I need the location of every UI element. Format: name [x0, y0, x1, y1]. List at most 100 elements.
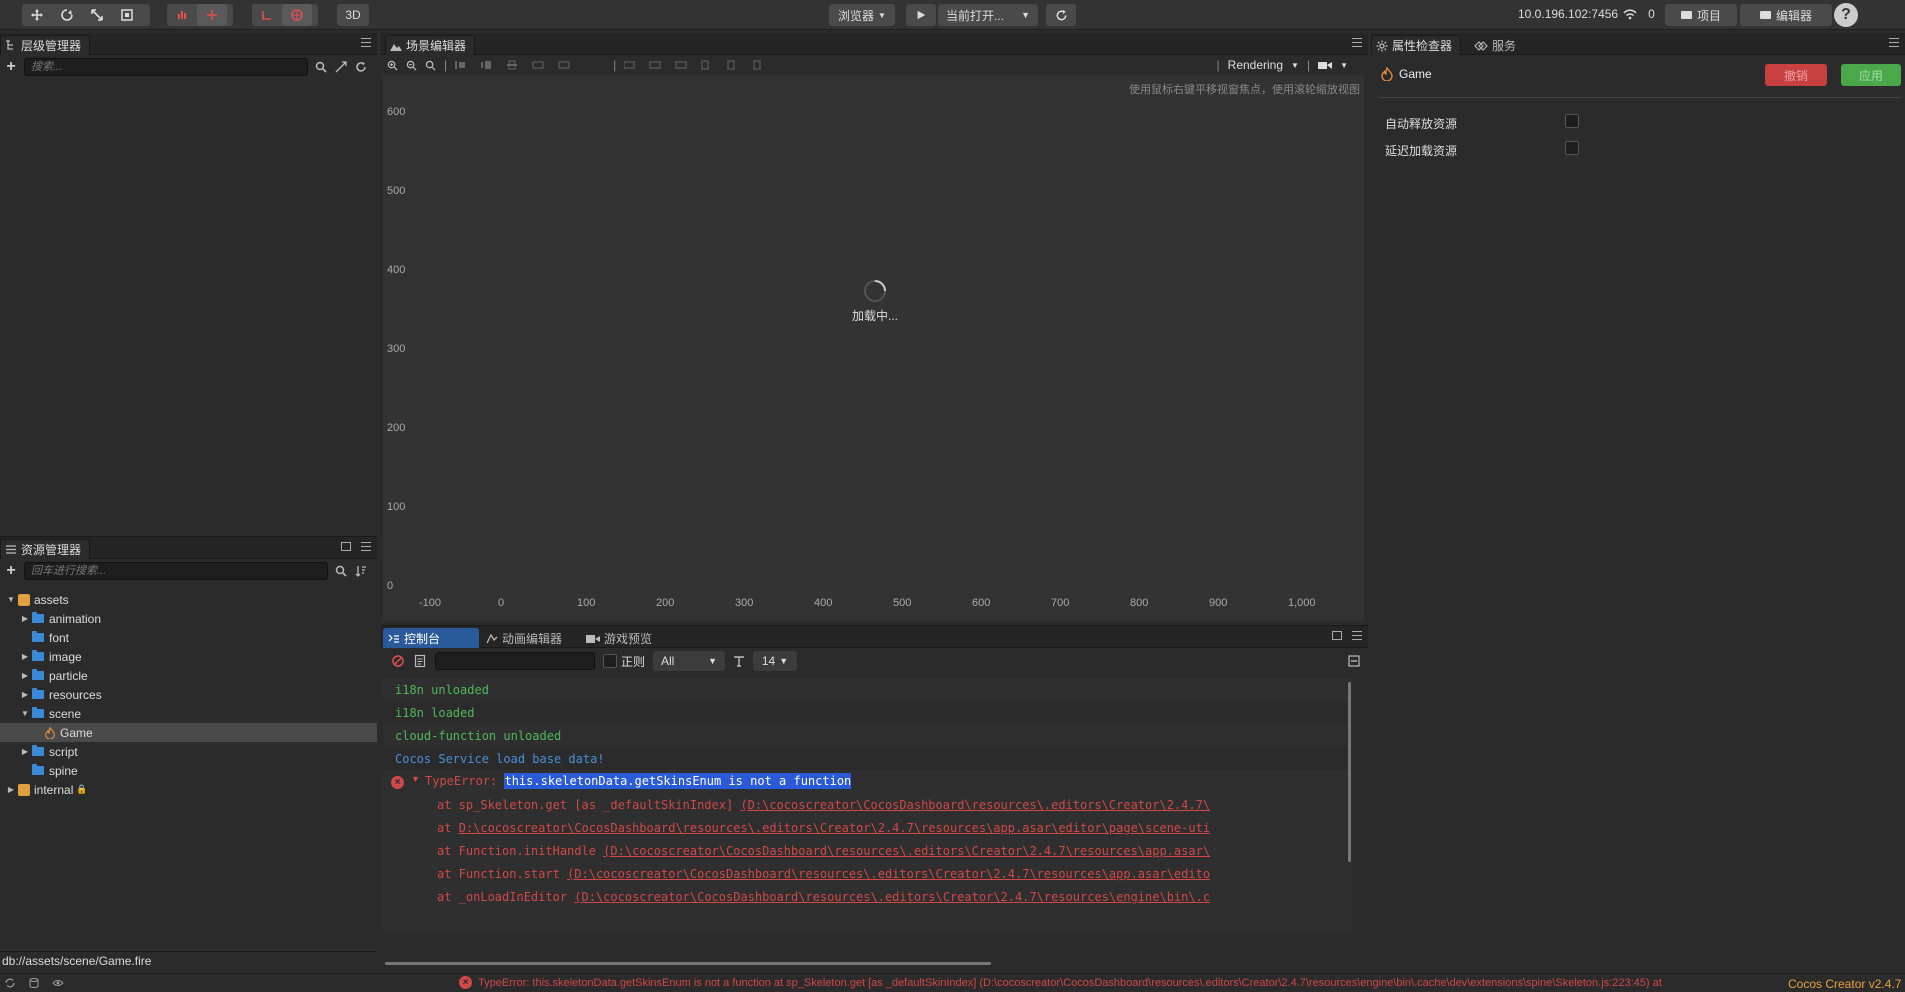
tree-item-scene[interactable]: ▼ scene — [0, 704, 377, 723]
tab-inspector[interactable]: 属性检查器 — [1371, 35, 1462, 55]
tree-item-spine[interactable]: spine — [0, 761, 377, 780]
asset-path: db://assets/scene/Game.fire — [0, 951, 377, 971]
add-asset-icon[interactable]: + — [4, 562, 18, 580]
panel-menu-icon[interactable] — [1352, 631, 1362, 640]
async-load-checkbox[interactable] — [1565, 141, 1579, 155]
async-load-label: 延迟加载资源 — [1385, 144, 1458, 158]
assets-search-input[interactable]: 回车进行搜索... — [24, 562, 328, 580]
align-tools-icon[interactable] — [455, 59, 605, 71]
tree-item-particle[interactable]: ▶ particle — [0, 666, 377, 685]
editor-button[interactable]: 编辑器 — [1740, 4, 1832, 26]
collapsed-arrow-icon[interactable]: ▶ — [20, 690, 30, 699]
popout-icon[interactable] — [341, 542, 351, 551]
collapsed-arrow-icon[interactable]: ▶ — [6, 785, 16, 794]
horizontal-scrollbar[interactable] — [385, 962, 991, 965]
rotate-tool-icon[interactable] — [52, 4, 82, 26]
move-tool-icon[interactable] — [22, 4, 52, 26]
tree-item-animation[interactable]: ▶ animation — [0, 609, 377, 628]
tab-hierarchy[interactable]: 层级管理器 — [0, 35, 91, 55]
status-error-text[interactable]: TypeError: this.skeletonData.getSkinsEnu… — [478, 977, 1768, 989]
hierarchy-icon — [6, 40, 13, 50]
revert-button[interactable]: 撤销 — [1765, 64, 1827, 86]
3d-toggle-button[interactable]: 3D — [337, 4, 369, 26]
collapse-logs-icon[interactable] — [1348, 655, 1360, 667]
collapsed-arrow-icon[interactable]: ▶ — [20, 614, 30, 623]
tree-item-resources[interactable]: ▶ resources — [0, 685, 377, 704]
vertical-scrollbar[interactable] — [1348, 682, 1351, 862]
log-file-icon[interactable] — [413, 654, 427, 668]
tree-item-font[interactable]: font — [0, 628, 377, 647]
sync-icon[interactable] — [4, 977, 16, 989]
add-node-icon[interactable]: + — [4, 58, 18, 76]
panel-menu-icon[interactable] — [1352, 38, 1362, 47]
stack-path-link[interactable]: D:\cocoscreator\CocosDashboard\resources… — [459, 821, 1210, 835]
tab-scene[interactable]: 场景编辑器 — [385, 35, 476, 55]
panel-menu-icon[interactable] — [1889, 38, 1899, 47]
hierarchy-search-input[interactable]: 搜索... — [24, 58, 308, 76]
zoom-in-icon[interactable] — [387, 60, 398, 71]
tree-item-internal[interactable]: ▶ internal 🔒 — [0, 780, 377, 799]
tab-animation[interactable]: 动画编辑器 — [481, 628, 571, 648]
collapsed-arrow-icon[interactable]: ▶ — [20, 747, 30, 756]
search-icon[interactable] — [334, 564, 348, 578]
clear-icon[interactable] — [391, 654, 405, 668]
tree-item-image[interactable]: ▶ image — [0, 647, 377, 666]
scene-select[interactable]: 当前打开... ▼ — [938, 4, 1038, 26]
tab-services[interactable]: 服务 — [1469, 35, 1525, 55]
play-button[interactable] — [906, 4, 936, 26]
scale-tool-icon[interactable] — [82, 4, 112, 26]
global-coord-icon[interactable] — [282, 4, 312, 26]
log-level-select[interactable]: All ▼ — [653, 651, 726, 671]
scene-panel: 场景编辑器 | | | Rendering ▼ | ▼ 使用鼠标右键平移视窗焦点… — [381, 33, 1368, 623]
expanded-arrow-icon[interactable]: ▼ — [6, 595, 16, 604]
project-button[interactable]: 项目 — [1665, 4, 1737, 26]
stack-path-link[interactable]: (D:\cocoscreator\CocosDashboard\resource… — [603, 844, 1210, 858]
refresh-icon[interactable] — [354, 60, 368, 74]
expanded-arrow-icon[interactable]: ▼ — [20, 709, 30, 718]
stack-path-link[interactable]: (D:\cocoscreator\CocosDashboard\resource… — [740, 798, 1210, 812]
regex-checkbox[interactable] — [603, 654, 617, 668]
panel-menu-icon[interactable] — [361, 38, 371, 47]
tab-game-preview[interactable]: 游戏预览 — [581, 628, 661, 648]
popout-icon[interactable] — [1332, 631, 1342, 640]
refresh-button[interactable] — [1046, 4, 1076, 26]
search-icon[interactable] — [314, 60, 328, 74]
stack-frame: at — [437, 821, 459, 835]
tree-item-assets[interactable]: ▼ assets — [0, 590, 377, 609]
tree-item-game[interactable]: Game — [0, 723, 377, 742]
browser-select[interactable]: 浏览器 ▼ — [829, 4, 895, 26]
rendering-select[interactable]: Rendering — [1228, 58, 1283, 72]
font-size-select[interactable]: 14 ▼ — [753, 651, 798, 671]
pivot-local-icon[interactable] — [167, 4, 197, 26]
database-icon[interactable] — [28, 977, 40, 989]
local-coord-icon[interactable] — [252, 4, 282, 26]
camera-icon[interactable] — [1318, 60, 1333, 70]
zoom-out-icon[interactable] — [406, 60, 417, 71]
help-button[interactable]: ? — [1834, 3, 1858, 27]
tab-console[interactable]: 控制台 — [383, 628, 479, 648]
distribute-tools-icon[interactable] — [624, 59, 774, 71]
pivot-center-icon[interactable] — [197, 4, 227, 26]
tree-item-label: assets — [34, 592, 69, 607]
rect-tool-icon[interactable] — [112, 4, 142, 26]
console-filter-input[interactable] — [435, 652, 595, 670]
collapsed-arrow-icon[interactable]: ▶ — [20, 652, 30, 661]
apply-button[interactable]: 应用 — [1841, 64, 1901, 86]
stack-path-link[interactable]: (D:\cocoscreator\CocosDashboard\resource… — [567, 867, 1210, 881]
tree-item-script[interactable]: ▶ script — [0, 742, 377, 761]
tab-assets[interactable]: 资源管理器 — [0, 539, 91, 559]
zoom-reset-icon[interactable] — [425, 60, 436, 71]
scene-viewport[interactable]: 使用鼠标右键平移视窗焦点，使用滚轮缩放视图 600 500 400 300 200 100… — [383, 75, 1364, 621]
folder-icon — [32, 764, 44, 775]
auto-release-checkbox[interactable] — [1565, 114, 1579, 128]
expand-arrow-icon[interactable]: ▼ — [411, 774, 420, 784]
panel-menu-icon[interactable] — [361, 542, 371, 551]
eye-icon[interactable] — [52, 977, 64, 989]
tab-label: 动画编辑器 — [502, 632, 563, 646]
collapsed-arrow-icon[interactable]: ▶ — [20, 671, 30, 680]
sort-icon[interactable] — [354, 564, 368, 578]
folder-icon — [32, 631, 44, 642]
console-panel: 控制台 动画编辑器 游戏预览 正则 All ▼ 14 ▼ i18n unload… — [381, 625, 1368, 970]
stack-path-link[interactable]: (D:\cocoscreator\CocosDashboard\resource… — [574, 890, 1210, 904]
collapse-icon[interactable] — [334, 60, 348, 74]
